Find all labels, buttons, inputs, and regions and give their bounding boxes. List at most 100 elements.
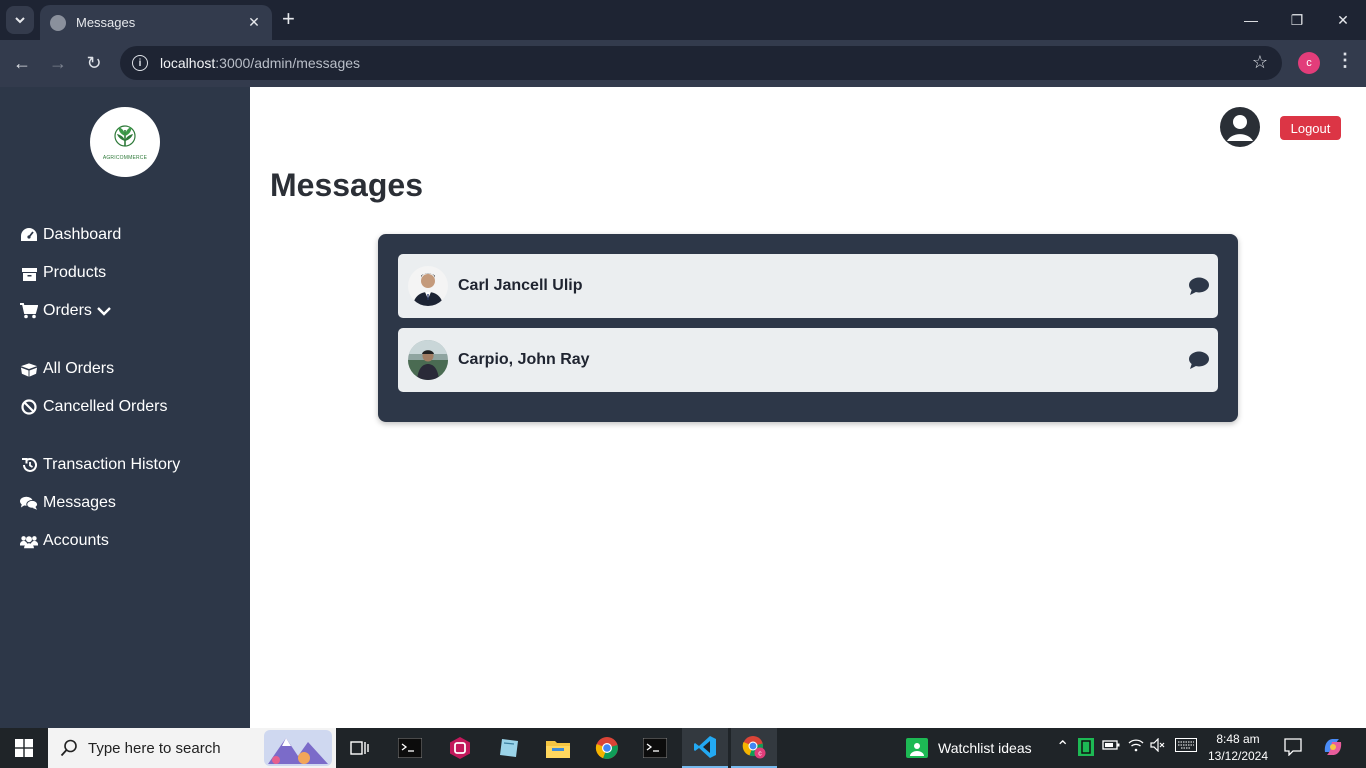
sidebar-item-orders[interactable]: Orders bbox=[20, 299, 111, 323]
chrome-icon bbox=[595, 737, 618, 759]
forward-button[interactable]: → bbox=[47, 52, 69, 74]
windows-icon bbox=[15, 739, 33, 757]
conversation-item[interactable]: Carpio, John Ray bbox=[398, 328, 1218, 392]
avatar bbox=[408, 340, 448, 380]
page-title: Messages bbox=[270, 167, 423, 203]
chevron-up-icon[interactable]: ⌃ bbox=[1056, 737, 1069, 757]
battery-icon[interactable] bbox=[1102, 738, 1120, 754]
conversation-item[interactable]: Carl Jancell Ulip bbox=[398, 254, 1218, 318]
sidebar-item-label: Orders bbox=[43, 302, 92, 319]
system-clock[interactable]: 8:48 am 13/12/2024 bbox=[1206, 731, 1270, 765]
taskbar-app-pink[interactable] bbox=[437, 728, 483, 768]
chat-bubble-icon[interactable] bbox=[1188, 276, 1210, 296]
task-view-button[interactable] bbox=[337, 728, 383, 768]
close-window-button[interactable]: ✕ bbox=[1320, 0, 1366, 40]
chrome-profile-icon: c bbox=[742, 736, 766, 759]
clock-time: 8:48 am bbox=[1216, 732, 1260, 746]
sidebar: AGRICOMMERCE Dashboard Products Orders A… bbox=[0, 87, 250, 728]
vscode-icon bbox=[694, 736, 716, 758]
sidebar-item-dashboard[interactable]: Dashboard bbox=[20, 223, 121, 247]
taskbar-chrome-profile[interactable]: c bbox=[731, 728, 777, 768]
conversation-list: Carl Jancell Ulip Carpio, John Ray bbox=[378, 234, 1238, 422]
url-path: :3000/admin/messages bbox=[215, 55, 361, 71]
sidebar-item-messages[interactable]: Messages bbox=[20, 491, 116, 515]
taskbar-terminal-app-2[interactable] bbox=[632, 728, 678, 768]
sidebar-item-label: Products bbox=[43, 264, 107, 281]
folder-icon bbox=[546, 741, 570, 758]
leaf-logo-icon bbox=[114, 124, 136, 147]
browser-tab-messages[interactable]: Messages ✕ bbox=[40, 5, 272, 40]
gauge-icon bbox=[20, 226, 38, 244]
address-bar[interactable]: i localhost:3000/admin/messages ☆ bbox=[120, 46, 1282, 80]
browser-menu-icon[interactable]: ⋮ bbox=[1336, 50, 1354, 71]
stocks-icon bbox=[906, 738, 928, 758]
volume-muted-icon[interactable] bbox=[1150, 737, 1166, 755]
ban-icon bbox=[20, 398, 38, 416]
logout-button[interactable]: Logout bbox=[1280, 116, 1341, 140]
search-icon bbox=[60, 739, 77, 757]
sidebar-item-label: Cancelled Orders bbox=[43, 398, 168, 415]
sidebar-item-accounts[interactable]: Accounts bbox=[20, 529, 109, 553]
sidebar-item-label: All Orders bbox=[43, 360, 115, 377]
bookmark-star-icon[interactable]: ☆ bbox=[1252, 52, 1268, 73]
sidebar-item-label: Accounts bbox=[43, 532, 109, 549]
logo-text: AGRICOMMERCE bbox=[102, 154, 148, 161]
taskbar-chrome[interactable] bbox=[584, 728, 630, 768]
sidebar-item-all-orders[interactable]: All Orders bbox=[20, 357, 114, 381]
tray-app-icon[interactable] bbox=[1078, 738, 1094, 759]
comments-icon bbox=[20, 494, 38, 512]
sidebar-item-label: Messages bbox=[43, 494, 116, 511]
terminal-icon bbox=[643, 738, 667, 758]
conversation-name: Carl Jancell Ulip bbox=[458, 277, 583, 294]
taskbar-terminal-app[interactable] bbox=[387, 728, 433, 768]
wifi-icon[interactable] bbox=[1128, 738, 1144, 755]
close-tab-icon[interactable]: ✕ bbox=[246, 14, 262, 31]
copilot-icon[interactable] bbox=[1322, 736, 1344, 761]
app-logo[interactable]: AGRICOMMERCE bbox=[90, 107, 160, 177]
sidebar-item-transaction-history[interactable]: Transaction History bbox=[20, 453, 180, 477]
clock-date: 13/12/2024 bbox=[1207, 749, 1269, 763]
browser-toolbar: ← → ↻ i localhost:3000/admin/messages ☆ … bbox=[0, 40, 1366, 87]
sidebar-item-products[interactable]: Products bbox=[20, 261, 106, 285]
tab-search-button[interactable] bbox=[6, 6, 34, 34]
widget-text: Watchlist ideas bbox=[938, 740, 1032, 756]
sidebar-item-cancelled-orders[interactable]: Cancelled Orders bbox=[20, 395, 168, 419]
reload-button[interactable]: ↻ bbox=[83, 52, 105, 74]
browser-tabbar: Messages ✕ + — ❐ ✕ bbox=[0, 0, 1366, 40]
sidebar-item-label: Dashboard bbox=[43, 226, 122, 243]
search-highlight-illustration-icon bbox=[264, 730, 332, 766]
cart-icon bbox=[20, 302, 38, 320]
user-avatar-icon[interactable] bbox=[1220, 107, 1260, 147]
users-icon bbox=[20, 532, 38, 550]
notes-icon bbox=[500, 739, 518, 757]
box-icon bbox=[20, 264, 38, 282]
history-icon bbox=[20, 456, 38, 474]
app-hex-icon bbox=[450, 737, 470, 759]
chevron-down-icon bbox=[15, 17, 25, 24]
keyboard-icon[interactable] bbox=[1175, 738, 1197, 755]
minimize-button[interactable]: — bbox=[1228, 0, 1274, 40]
main-content: Logout Messages Carl Jancell Ulip Carpio… bbox=[250, 87, 1366, 728]
windows-taskbar: Type here to search c Watchlist ideas ⌃ bbox=[0, 728, 1366, 768]
site-info-icon[interactable]: i bbox=[132, 55, 148, 71]
taskbar-vscode[interactable] bbox=[682, 728, 728, 768]
taskbar-notes-app[interactable] bbox=[486, 728, 532, 768]
back-button[interactable]: ← bbox=[11, 52, 33, 74]
tab-title: Messages bbox=[76, 15, 136, 30]
profile-avatar[interactable]: c bbox=[1298, 52, 1320, 74]
globe-icon bbox=[50, 14, 66, 31]
news-widget[interactable]: Watchlist ideas bbox=[906, 728, 1032, 768]
sidebar-item-label: Transaction History bbox=[43, 456, 181, 473]
start-button[interactable] bbox=[0, 728, 48, 768]
chat-bubble-icon[interactable] bbox=[1188, 350, 1210, 370]
conversation-name: Carpio, John Ray bbox=[458, 351, 590, 368]
taskbar-search[interactable]: Type here to search bbox=[48, 728, 336, 768]
notification-icon[interactable] bbox=[1284, 738, 1302, 759]
restore-button[interactable]: ❐ bbox=[1274, 0, 1320, 40]
chevron-down-icon bbox=[97, 306, 111, 316]
taskbar-file-explorer[interactable] bbox=[535, 728, 581, 768]
avatar bbox=[408, 266, 448, 306]
task-view-icon bbox=[350, 741, 369, 755]
new-tab-button[interactable]: + bbox=[282, 8, 295, 30]
svg-text:c: c bbox=[758, 751, 762, 758]
